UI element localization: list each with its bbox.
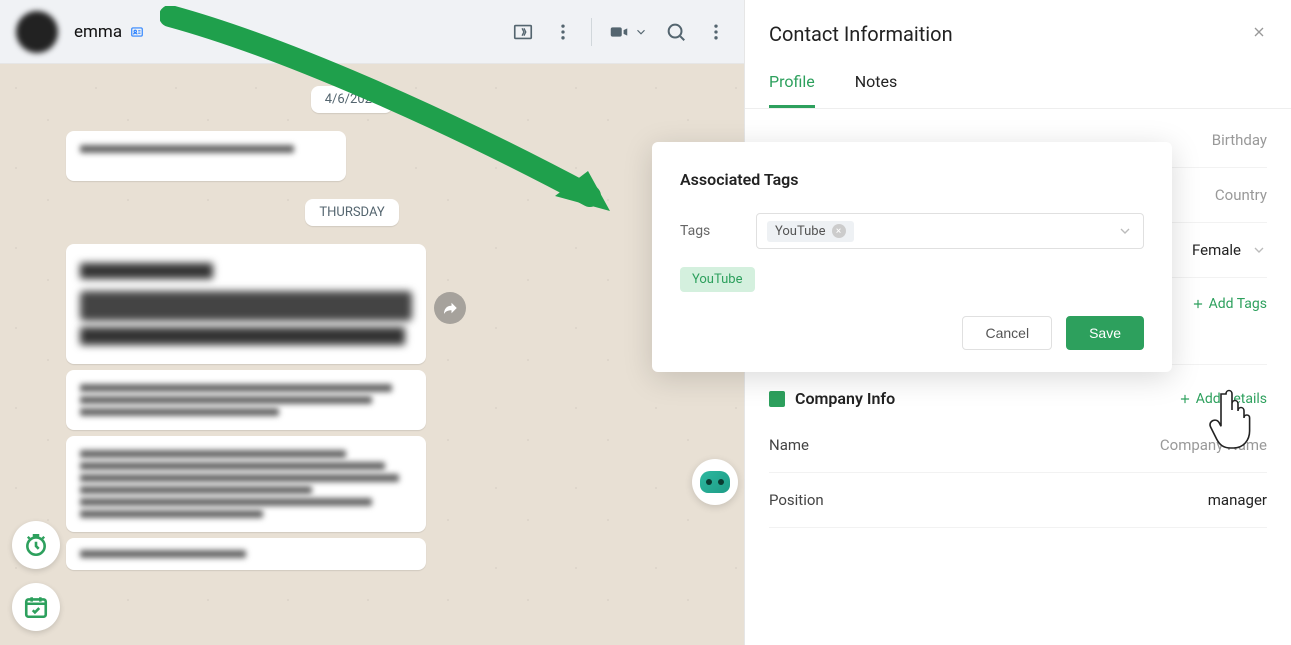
gender-value: Female: [1192, 241, 1241, 259]
tabs: Profile Notes: [745, 64, 1291, 109]
chat-message[interactable]: [66, 370, 426, 430]
header-divider: [591, 18, 592, 46]
contact-name[interactable]: emma: [74, 22, 511, 42]
position-label: Position: [769, 491, 824, 509]
forward-icon[interactable]: [434, 292, 466, 324]
associated-tags-modal: Associated Tags Tags YouTube × YouTube C…: [652, 142, 1172, 372]
add-tags-link[interactable]: Add Tags: [1191, 296, 1267, 312]
save-button[interactable]: Save: [1066, 316, 1144, 350]
video-call-button[interactable]: [608, 21, 648, 43]
chevron-down-icon: [634, 25, 648, 39]
day-chip: THURSDAY: [305, 199, 398, 226]
cancel-button[interactable]: Cancel: [962, 316, 1052, 350]
selected-tag-chip[interactable]: YouTube ×: [767, 221, 854, 242]
close-icon[interactable]: [1251, 24, 1267, 45]
contact-name-text: emma: [74, 22, 122, 42]
date-chip: 4/6/2024: [311, 86, 394, 113]
field-position[interactable]: Position manager: [769, 473, 1267, 528]
chat-header: emma: [0, 0, 744, 64]
tags-select[interactable]: YouTube ×: [756, 213, 1144, 249]
kebab-icon-2[interactable]: [704, 20, 728, 44]
tag-suggestion-chip[interactable]: YouTube: [680, 267, 755, 292]
timer-button[interactable]: [12, 521, 60, 569]
add-tags-label: Add Tags: [1209, 296, 1267, 312]
selected-tag-remove-icon[interactable]: ×: [832, 224, 846, 238]
quick-reply-icon[interactable]: [511, 20, 535, 44]
kebab-icon-1[interactable]: [551, 20, 575, 44]
chat-body[interactable]: 4/6/2024 THURSDAY: [0, 64, 744, 645]
chat-message[interactable]: [66, 538, 426, 570]
birthday-value: Birthday: [1212, 131, 1267, 149]
chevron-down-icon: [1117, 223, 1133, 239]
contact-card-icon: [130, 25, 144, 39]
plus-icon: [1178, 392, 1192, 406]
panel-title: Contact Informaition: [769, 22, 953, 46]
chat-panel: emma: [0, 0, 744, 645]
country-value: Country: [1215, 186, 1267, 204]
chat-message[interactable]: [66, 436, 426, 532]
tab-profile[interactable]: Profile: [769, 64, 815, 108]
calendar-button[interactable]: [12, 583, 60, 631]
plus-icon: [1191, 297, 1205, 311]
search-icon[interactable]: [664, 20, 688, 44]
company-icon: [769, 391, 785, 407]
chat-message[interactable]: [66, 131, 346, 181]
tab-notes[interactable]: Notes: [855, 64, 898, 108]
chat-message[interactable]: [66, 244, 426, 364]
cursor-hand-icon: [1206, 388, 1256, 450]
bot-assistant-button[interactable]: [692, 459, 738, 505]
company-name-label: Name: [769, 436, 809, 454]
selected-tag-text: YouTube: [775, 224, 826, 239]
chevron-down-icon: [1251, 242, 1267, 258]
contact-avatar[interactable]: [16, 11, 58, 53]
position-value: manager: [1208, 491, 1267, 509]
field-company-name[interactable]: Name Company Name: [769, 418, 1267, 473]
tags-field-label: Tags: [680, 223, 728, 239]
modal-title: Associated Tags: [680, 170, 1144, 189]
company-info-title: Company Info: [769, 389, 895, 408]
